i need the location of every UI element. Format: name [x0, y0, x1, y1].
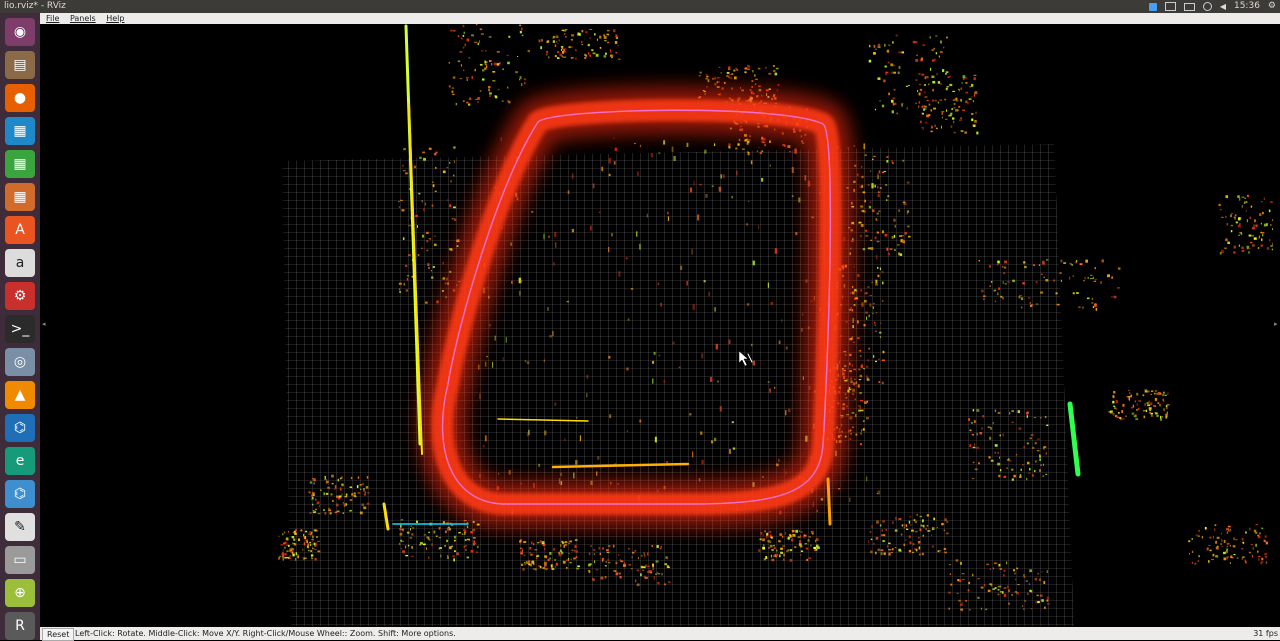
files-icon[interactable]: ▤	[5, 51, 35, 79]
top-panel: lio.rviz* - RViz ◀ 15:36 ⚙	[0, 0, 1280, 13]
network-icon[interactable]	[1202, 2, 1212, 11]
mouse-help-text: Left-Click: Rotate. Middle-Click: Move X…	[75, 629, 456, 638]
status-bar: Reset Left-Click: Rotate. Middle-Click: …	[40, 627, 1280, 641]
drive-icon[interactable]: ▭	[5, 546, 35, 574]
text-editor-icon[interactable]: ✎	[5, 513, 35, 541]
rviz-icon[interactable]: R	[5, 612, 35, 640]
window-title: lio.rviz* - RViz	[4, 1, 66, 11]
camera-icon[interactable]	[1164, 2, 1176, 11]
screenshot-icon[interactable]: ◎	[5, 348, 35, 376]
edge-dev-icon[interactable]: e	[5, 447, 35, 475]
point-cloud-view[interactable]	[48, 24, 1273, 627]
keyboard-icon[interactable]	[1183, 2, 1195, 11]
dropbox-icon[interactable]	[1148, 2, 1157, 11]
writer-icon[interactable]: ▦	[5, 117, 35, 145]
image-viewer-icon[interactable]: ⊕	[5, 579, 35, 607]
vscode-alt-icon[interactable]: ⌬	[5, 480, 35, 508]
reset-button[interactable]: Reset	[42, 628, 75, 641]
fps-readout: 31 fps	[1253, 629, 1278, 638]
calc-icon[interactable]: ▦	[5, 150, 35, 178]
volume-icon[interactable]: ◀	[1220, 0, 1226, 13]
ground-grid	[282, 144, 1074, 626]
menu-panels[interactable]: Panels	[70, 14, 96, 23]
vscode-icon[interactable]: ⌬	[5, 414, 35, 442]
power-icon[interactable]: ⚙	[1268, 0, 1276, 13]
system-tray: ◀ 15:36 ⚙	[1148, 0, 1276, 13]
settings-icon[interactable]: ⚙	[5, 282, 35, 310]
launcher: ◉ ▤ ● ▦ ▦ ▦ Aa ⚙ >_ ◎ ▲ ⌬ e ⌬ ✎ ▭ ⊕ R	[0, 13, 40, 640]
left-dock-handle-icon[interactable]: ◂	[42, 320, 48, 330]
software-center-icon[interactable]: A	[5, 216, 35, 244]
3d-viewport[interactable]	[48, 24, 1273, 627]
ubuntu-icon[interactable]: ◉	[5, 18, 35, 46]
amazon-icon[interactable]: a	[5, 249, 35, 277]
menu-bar: File Panels Help	[40, 13, 1280, 24]
clock[interactable]: 15:36	[1234, 0, 1260, 13]
right-dock-handle-icon[interactable]: ▸	[1274, 320, 1280, 330]
menu-help[interactable]: Help	[106, 14, 124, 23]
vlc-icon[interactable]: ▲	[5, 381, 35, 409]
menu-file[interactable]: File	[46, 14, 59, 23]
terminal-icon[interactable]: >_	[5, 315, 35, 343]
impress-icon[interactable]: ▦	[5, 183, 35, 211]
firefox-icon[interactable]: ●	[5, 84, 35, 112]
